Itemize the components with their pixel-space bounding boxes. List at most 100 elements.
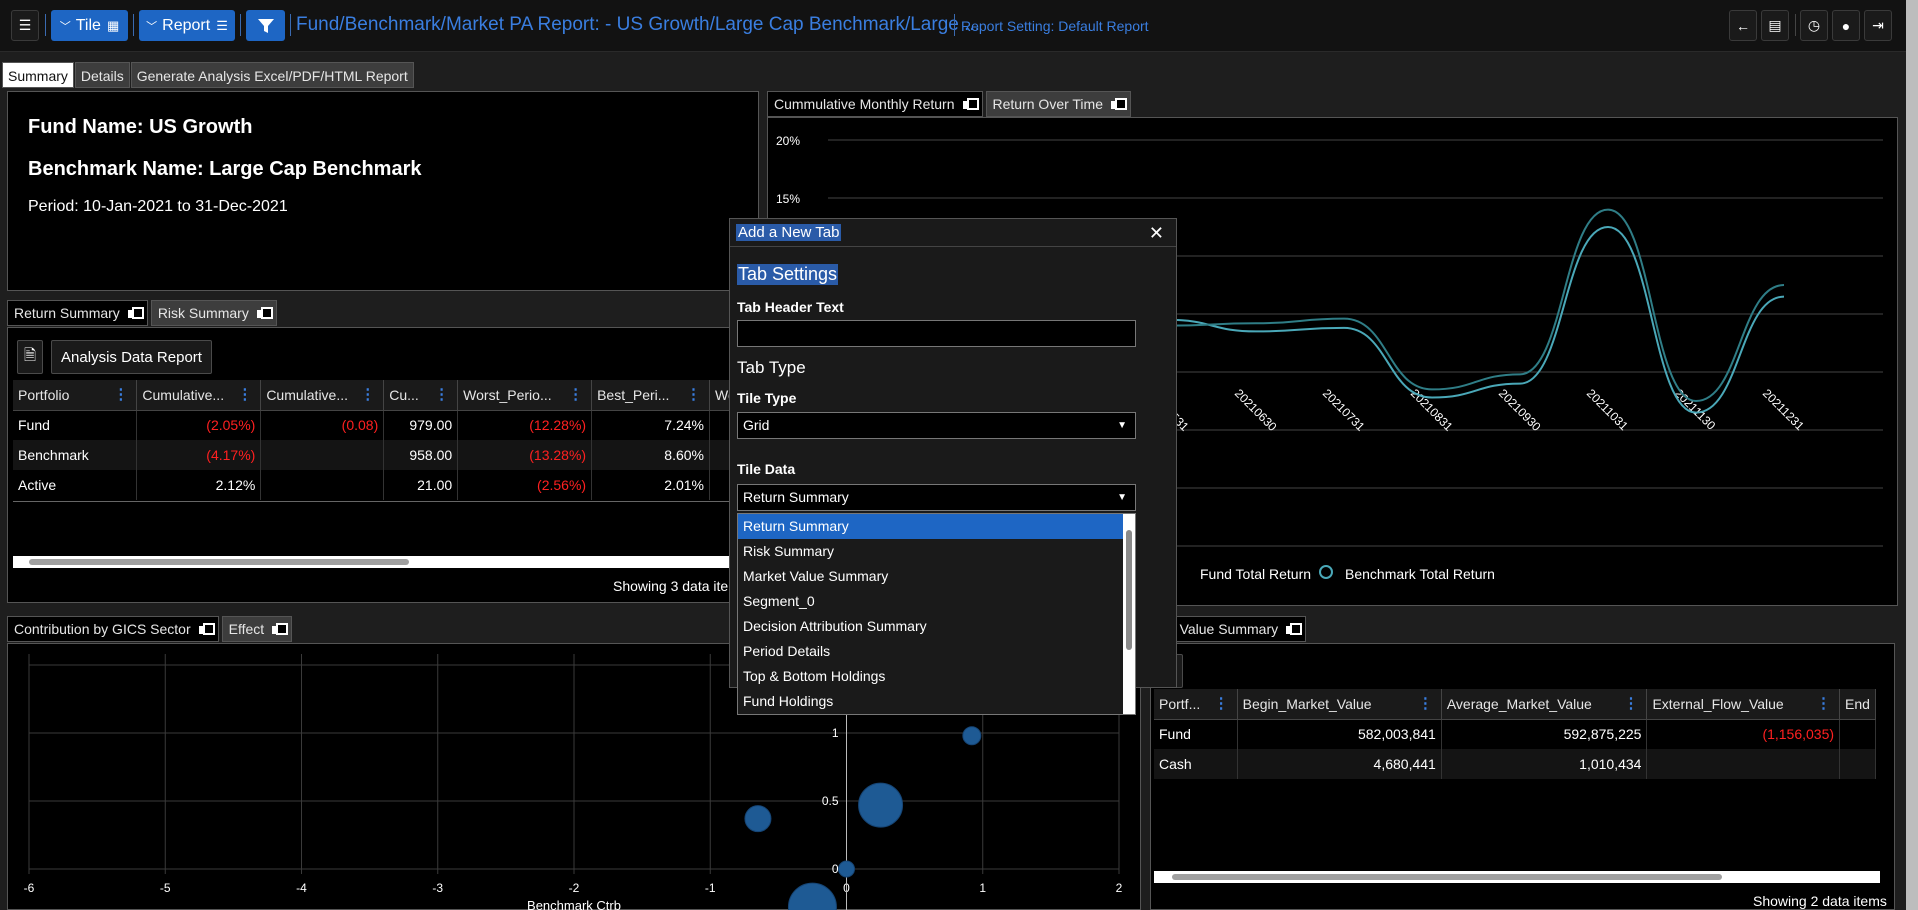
column-menu-icon[interactable]: ⋮ bbox=[360, 387, 375, 402]
tab-return-over-time[interactable]: Return Over Time bbox=[985, 91, 1131, 117]
column-menu-icon[interactable]: ⋮ bbox=[1623, 696, 1638, 711]
tab-type-heading: Tab Type bbox=[737, 358, 806, 377]
hamburger-menu-icon[interactable]: ☰ bbox=[11, 10, 39, 41]
scrollbar-thumb[interactable] bbox=[1172, 874, 1722, 880]
scrollbar-thumb[interactable] bbox=[1126, 530, 1132, 650]
column-label: Begin_Market_Value bbox=[1242, 695, 1372, 712]
column-menu-icon[interactable]: ⋮ bbox=[686, 387, 701, 402]
horizontal-scrollbar[interactable] bbox=[13, 556, 753, 568]
tab-generate-report[interactable]: Generate Analysis Excel/PDF/HTML Report bbox=[130, 62, 414, 88]
caret-down-icon: ▼ bbox=[1117, 492, 1127, 503]
divider bbox=[45, 14, 46, 36]
tab-effect[interactable]: Effect bbox=[221, 616, 293, 642]
popout-icon[interactable] bbox=[256, 307, 273, 319]
column-menu-icon[interactable]: ⋮ bbox=[1214, 696, 1229, 711]
table-row[interactable]: Cash 4,680,441 1,010,434 bbox=[1154, 749, 1876, 779]
column-menu-icon[interactable]: ⋮ bbox=[1816, 696, 1831, 711]
close-icon[interactable]: ✕ bbox=[1149, 223, 1164, 244]
tab-header-text-input[interactable] bbox=[737, 320, 1136, 347]
column-menu-icon[interactable]: ⋮ bbox=[113, 387, 128, 402]
dropdown-option[interactable]: Risk Summary bbox=[738, 539, 1135, 564]
column-header[interactable]: Average_Market_Value ⋮ bbox=[1441, 689, 1648, 720]
column-header[interactable]: Best_Peri... ⋮ bbox=[591, 380, 710, 411]
add-tab-dialog: Add a New Tab ✕ Tab Settings Tab Header … bbox=[729, 218, 1177, 715]
dropdown-option[interactable]: Return Summary bbox=[738, 514, 1135, 539]
tile-button-label: Tile bbox=[75, 16, 101, 34]
popout-icon[interactable] bbox=[198, 623, 215, 635]
column-menu-icon[interactable]: ⋮ bbox=[1418, 696, 1433, 711]
popout-icon[interactable] bbox=[272, 623, 289, 635]
tab-risk-summary[interactable]: Risk Summary bbox=[150, 300, 277, 326]
tab-return-summary[interactable]: Return Summary bbox=[7, 300, 148, 326]
return-summary-tabs: Return Summary Risk Summary bbox=[7, 300, 280, 326]
tab-cumulative-monthly-return[interactable]: Cummulative Monthly Return bbox=[767, 91, 983, 117]
caret-down-icon: ▼ bbox=[1117, 420, 1127, 431]
x-tick-label: 20211130 bbox=[1672, 386, 1719, 433]
table-row[interactable]: Benchmark (4.17%) 958.00 (13.28%) 8.60% bbox=[13, 440, 754, 470]
column-label: Cumulative... bbox=[266, 386, 349, 403]
column-header[interactable]: Begin_Market_Value ⋮ bbox=[1237, 689, 1442, 720]
column-label: External_Flow_Value bbox=[1652, 695, 1784, 712]
dropdown-option[interactable]: Segment_0 bbox=[738, 589, 1135, 614]
column-label: Portf... bbox=[1159, 695, 1201, 712]
column-menu-icon[interactable]: ⋮ bbox=[237, 387, 252, 402]
cell: (4.17%) bbox=[136, 440, 262, 470]
popout-icon[interactable] bbox=[127, 307, 144, 319]
divider bbox=[13, 501, 753, 502]
column-header[interactable]: Portf... ⋮ bbox=[1154, 689, 1238, 720]
user-icon[interactable]: ● bbox=[1832, 10, 1860, 41]
report-button[interactable]: ﹀ Report ☰ bbox=[139, 10, 235, 41]
history-clock-icon[interactable]: ◷ bbox=[1800, 10, 1828, 41]
dropdown-option[interactable]: Decision Attribution Summary bbox=[738, 614, 1135, 639]
scatter-point bbox=[838, 860, 855, 878]
dropdown-scrollbar[interactable] bbox=[1123, 514, 1135, 714]
popout-icon[interactable] bbox=[1286, 623, 1303, 635]
horizontal-scrollbar[interactable] bbox=[1154, 871, 1880, 883]
tab-summary[interactable]: Summary bbox=[2, 62, 74, 88]
column-menu-icon[interactable]: ⋮ bbox=[568, 387, 583, 402]
dropdown-option[interactable]: Fund Holdings bbox=[738, 689, 1135, 714]
tile-type-select[interactable]: Grid ▼ bbox=[737, 412, 1136, 439]
table-row[interactable]: Fund (2.05%) (0.08) 979.00 (12.28%) 7.24… bbox=[13, 410, 754, 440]
column-header[interactable]: End bbox=[1839, 689, 1876, 720]
logout-icon[interactable]: ⇥ bbox=[1864, 10, 1892, 41]
report-setting-link[interactable]: Report Setting: Default Report bbox=[961, 18, 1149, 34]
column-header[interactable]: Cumulative... ⋮ bbox=[260, 380, 385, 411]
column-header[interactable]: External_Flow_Value ⋮ bbox=[1646, 689, 1841, 720]
popout-icon[interactable] bbox=[1111, 98, 1127, 110]
divider bbox=[954, 14, 955, 36]
y-tick-label: 1 bbox=[832, 726, 839, 740]
x-tick-label: 20211031 bbox=[1584, 386, 1631, 433]
back-arrow-icon[interactable]: ← bbox=[1729, 10, 1757, 41]
main-tabs: Summary Details Generate Analysis Excel/… bbox=[2, 62, 415, 88]
column-header[interactable]: Cu... ⋮ bbox=[383, 380, 459, 411]
column-header[interactable]: Portfolio ⋮ bbox=[13, 380, 138, 411]
x-axis-label: Benchmark Ctrb bbox=[527, 898, 621, 910]
tab-label: Effect bbox=[228, 621, 265, 637]
column-header[interactable]: Cumulative... ⋮ bbox=[136, 380, 262, 411]
document-icon[interactable]: ▤ bbox=[1761, 10, 1789, 41]
tab-contribution-by-sector[interactable]: Contribution by GICS Sector bbox=[7, 616, 219, 642]
cell: 979.00 bbox=[383, 410, 459, 440]
dropdown-option[interactable]: Market Value Summary bbox=[738, 564, 1135, 589]
column-header[interactable]: Worst_Perio... ⋮ bbox=[457, 380, 593, 411]
tile-data-select[interactable]: Return Summary ▼ bbox=[737, 484, 1136, 511]
divider bbox=[1795, 14, 1796, 36]
analysis-data-report-button[interactable]: Analysis Data Report bbox=[51, 340, 212, 374]
dropdown-option[interactable]: Top & Bottom Holdings bbox=[738, 664, 1135, 689]
scrollbar-thumb[interactable] bbox=[29, 559, 409, 565]
popout-icon[interactable] bbox=[962, 98, 979, 110]
tab-details[interactable]: Details bbox=[74, 62, 130, 88]
column-menu-icon[interactable]: ⋮ bbox=[434, 387, 449, 402]
page-scrollbar[interactable] bbox=[1906, 0, 1918, 910]
table-row[interactable]: Fund 582,003,841 592,875,225 (1,156,035) bbox=[1154, 719, 1876, 749]
tile-button[interactable]: ﹀ Tile ▦ bbox=[51, 10, 128, 41]
report-title: Fund/Benchmark/Market PA Report: - US Gr… bbox=[296, 14, 980, 35]
cell: (2.56%) bbox=[457, 470, 593, 500]
filter-button[interactable] bbox=[246, 10, 285, 41]
export-file-icon[interactable]: 🗎 bbox=[17, 340, 43, 374]
dropdown-option[interactable]: Period Details bbox=[738, 639, 1135, 664]
grid-footer-count: Showing 3 data ite bbox=[613, 578, 729, 594]
table-row[interactable]: Active 2.12% 21.00 (2.56%) 2.01% bbox=[13, 470, 754, 500]
tab-label: Cummulative Monthly Return bbox=[774, 96, 955, 112]
